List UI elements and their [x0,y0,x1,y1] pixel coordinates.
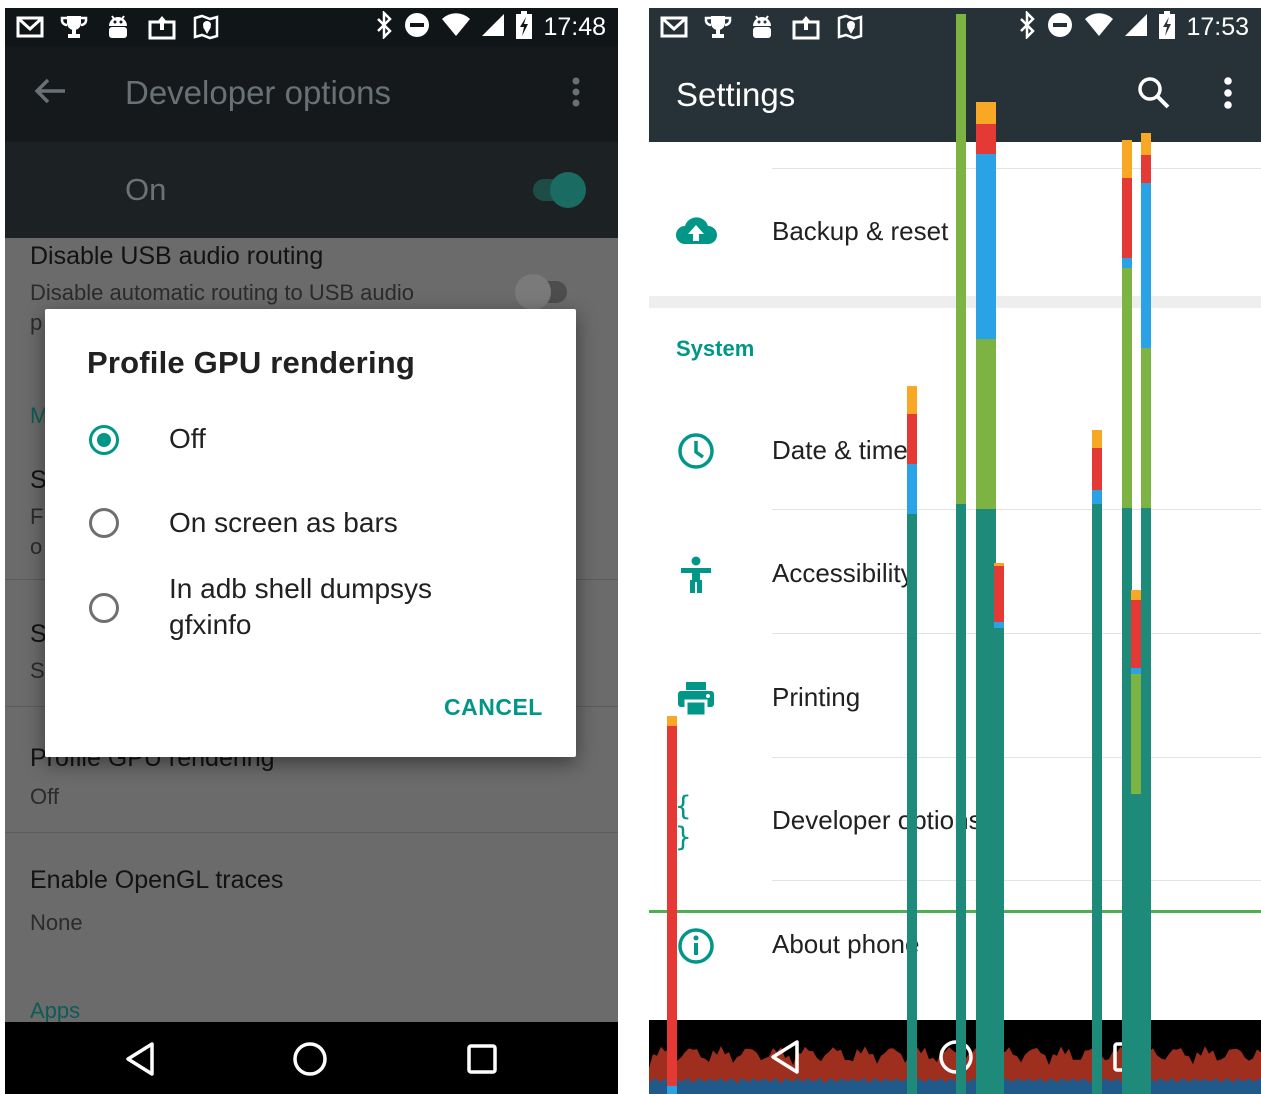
signal-icon [481,13,505,41]
accessibility-icon [675,554,717,596]
setting-subtitle-partial: F [30,504,44,529]
navigation-bar [5,1022,618,1094]
item-date-time[interactable]: Date & time [772,435,908,466]
radio-option-adb[interactable]: In adb shell dumpsys gfxinfo [45,571,576,651]
setting-subtitle-usb-audio-line2: p [30,310,43,335]
item-printing[interactable]: Printing [772,682,860,713]
setting-subtitle-partial-b: S [30,658,45,683]
dialog-title: Profile GPU rendering [87,345,416,380]
master-switch-bar[interactable]: On [5,142,618,238]
divider [772,168,1261,169]
battery-charging-icon [515,11,533,43]
cloud-upload-icon [675,210,717,252]
radio-selected-icon[interactable] [89,425,119,455]
nav-recents-icon[interactable] [459,1036,505,1082]
page-title: Developer options [125,74,391,111]
info-icon [675,925,717,967]
item-developer-options[interactable]: Developer options [772,805,982,836]
divider [772,633,1261,634]
category-apps: Apps [30,998,81,1023]
divider [5,832,618,833]
item-about-phone[interactable]: About phone [772,929,919,960]
do-not-disturb-icon [1046,11,1074,43]
radio-label-bars: On screen as bars [169,507,398,538]
trophy-icon [703,12,733,42]
do-not-disturb-icon [403,11,431,43]
upload-photo-icon [147,12,177,42]
trophy-icon [59,12,89,42]
radio-option-bars[interactable]: On screen as bars [45,505,576,547]
gmail-icon [659,12,689,42]
gmail-icon [15,12,45,42]
nav-back-icon[interactable] [117,1036,163,1082]
status-bar: 17:48 [5,8,618,46]
setting-title-opengl[interactable]: Enable OpenGL traces [30,866,283,895]
nav-recents-icon[interactable] [1105,1034,1151,1080]
divider [772,880,1261,881]
nav-back-icon[interactable] [762,1034,808,1080]
settings-card-backup: Backup & reset [649,142,1261,296]
radio-unselected-icon[interactable] [89,508,119,538]
master-switch-thumb [550,172,586,208]
clock-icon [675,430,717,472]
printer-icon [675,678,717,720]
category-system: System [676,336,755,361]
wifi-icon [1084,13,1114,41]
app-bar: Developer options [5,46,618,142]
status-bar: 17:53 [649,8,1261,46]
usb-audio-toggle-thumb [515,274,551,310]
radio-unselected-icon[interactable] [89,593,119,623]
setting-subtitle-partial-2: o [30,534,43,559]
back-arrow-icon[interactable] [33,76,67,110]
status-time: 17:48 [543,13,606,41]
braces-icon: { } [675,791,692,853]
divider [772,509,1261,510]
profile-gpu-dialog: Profile GPU rendering Off On screen as b… [45,309,576,757]
navigation-bar [649,1020,1261,1094]
section-gap [649,296,1261,308]
master-switch-label: On [125,172,167,207]
android-icon [747,12,777,42]
nav-home-icon[interactable] [933,1034,979,1080]
app-bar: Settings [649,46,1261,142]
nav-home-icon[interactable] [287,1036,333,1082]
divider [772,757,1261,758]
bluetooth-icon [375,9,393,43]
overflow-menu-icon[interactable] [571,76,581,112]
setting-value-opengl: None [30,910,83,935]
setting-value-profile-gpu: Off [30,784,59,809]
right-phone-screen: 17:53 Settings Backup & reset System Dat… [649,8,1261,1094]
signal-icon [1124,13,1148,41]
android-icon [103,12,133,42]
left-phone-screen: 17:48 Developer options On Disable USB a… [5,8,618,1094]
overflow-menu-icon[interactable] [1223,76,1233,114]
radio-label-off: Off [169,423,206,454]
upload-photo-icon [791,12,821,42]
settings-card-system: System Date & time Accessibility Printin… [649,308,1261,1024]
search-icon[interactable] [1137,76,1171,114]
maps-icon [835,12,865,42]
bluetooth-icon [1018,9,1036,43]
setting-title-usb-audio: Disable USB audio routing [30,242,324,270]
status-time: 17:53 [1186,13,1249,41]
setting-subtitle-usb-audio: Disable automatic routing to USB audio [30,280,414,305]
page-title: Settings [676,76,796,113]
wifi-icon [441,13,471,41]
item-backup-reset[interactable]: Backup & reset [772,216,948,247]
radio-option-off[interactable]: Off [45,421,576,463]
battery-charging-icon [1158,11,1176,43]
radio-label-adb: In adb shell dumpsys gfxinfo [169,573,433,640]
cancel-button[interactable]: CANCEL [444,694,543,721]
maps-icon [191,12,221,42]
item-accessibility[interactable]: Accessibility [772,558,914,589]
